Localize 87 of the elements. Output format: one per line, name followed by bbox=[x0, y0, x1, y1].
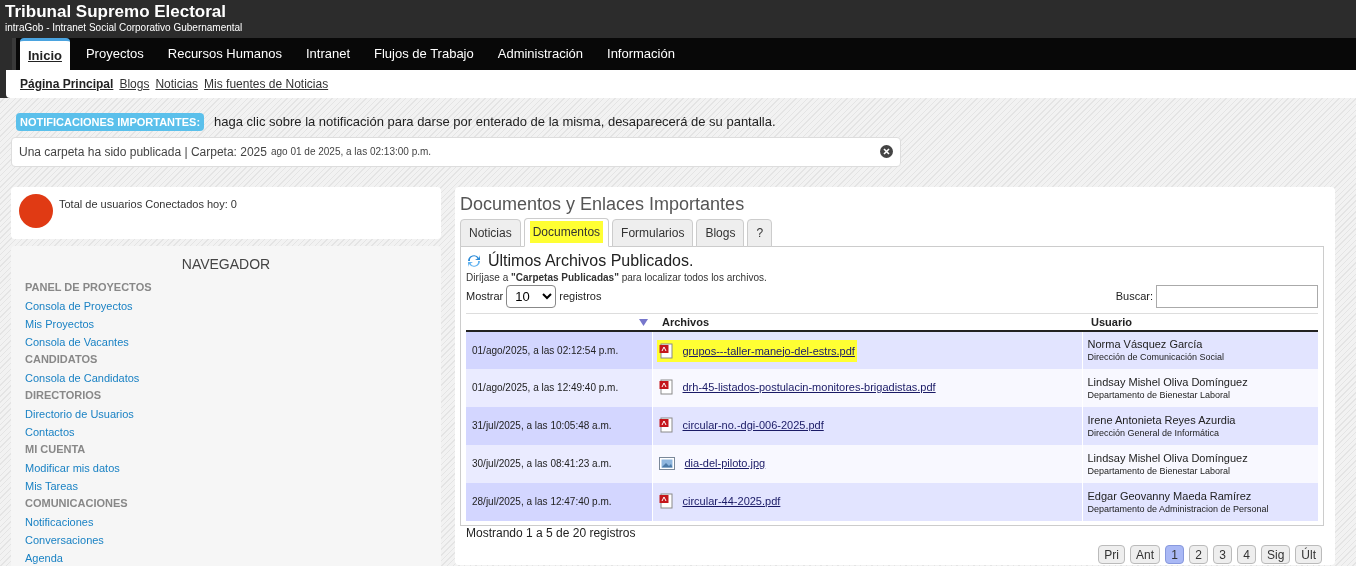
show-suffix: registros bbox=[559, 289, 602, 305]
file-link[interactable]: circular-no.-dgi-006-2025.pdf bbox=[682, 418, 824, 432]
navigator-link[interactable]: Consola de Proyectos bbox=[25, 299, 133, 312]
notification-card[interactable]: Una carpeta ha sido publicada | Carpeta: 2025 ago 01 de 2025, a las 02:13:00 p.m. bbox=[11, 136, 901, 167]
notification-text: Una carpeta ha sido publicada | Carpeta: 2025 bbox=[19, 143, 267, 161]
nav-tab[interactable]: Inicio bbox=[20, 38, 70, 70]
navigator-link[interactable]: Directorio de Usuarios bbox=[25, 407, 134, 420]
user-name: Norma Vásquez García bbox=[1087, 338, 1204, 351]
pagination-button[interactable]: 4 bbox=[1237, 545, 1256, 564]
navigator-link[interactable]: Modificar mis datos bbox=[25, 461, 120, 474]
pdf-file-icon bbox=[658, 342, 673, 359]
user-department: Departamento de Administracion de Personal bbox=[1087, 502, 1270, 515]
documents-tab[interactable]: Noticias bbox=[460, 218, 521, 247]
pagination-button[interactable]: Pri bbox=[1098, 545, 1125, 564]
column-header[interactable]: Archivos bbox=[652, 313, 1082, 331]
show-label: Mostrar bbox=[466, 289, 504, 305]
navigator-link[interactable]: Conversaciones bbox=[25, 533, 104, 546]
search-field[interactable] bbox=[1156, 285, 1318, 308]
user-name: Edgar Geovanny Maeda Ramírez bbox=[1087, 489, 1253, 503]
user-department: Departamento de Bienestar Laboral bbox=[1087, 388, 1232, 401]
search-label: Buscar: bbox=[1115, 289, 1153, 305]
online-users-text: Total de usuarios Conectados hoy: 0 bbox=[59, 196, 237, 212]
files-note: Diríjase a "Carpetas Publicadas" para localizar todos los archivos. bbox=[466, 271, 767, 284]
navigator-heading: MI CUENTA bbox=[25, 441, 87, 457]
nav-tab[interactable]: Información bbox=[595, 38, 687, 70]
pagination-button[interactable]: Últ bbox=[1295, 545, 1322, 564]
pdf-file-icon bbox=[658, 379, 673, 395]
navigator-heading: COMUNICACIONES bbox=[25, 495, 129, 511]
pdf-file-icon bbox=[658, 493, 673, 509]
pagination-button[interactable]: Sig bbox=[1261, 545, 1291, 564]
navigator-link[interactable]: Notificaciones bbox=[25, 515, 94, 528]
date-cell: 28/jul/2025, a las 12:47:40 p.m. bbox=[466, 483, 652, 521]
site-subtitle: intraGob - Intranet Social Corporativo Gubernamental bbox=[5, 22, 244, 34]
user-name: Lindsay Mishel Oliva Domínguez bbox=[1087, 375, 1249, 389]
notification-time: ago 01 de 2025, a las 02:13:00 p.m. bbox=[270, 145, 432, 159]
user-department: Dirección General de Informática bbox=[1087, 426, 1221, 439]
documents-tab[interactable]: Blogs bbox=[696, 218, 745, 247]
navigator-heading: PANEL DE PROYECTOS bbox=[25, 279, 153, 295]
sort-arrow-icon[interactable] bbox=[639, 319, 648, 326]
nav-tab[interactable]: Proyectos bbox=[73, 38, 156, 70]
nav-tab[interactable]: Recursos Humanos bbox=[155, 38, 294, 70]
date-cell: 01/ago/2025, a las 02:12:54 p.m. bbox=[466, 331, 652, 369]
sub-nav-link[interactable]: Página Principal bbox=[20, 75, 114, 93]
sub-nav-link[interactable]: Noticias bbox=[155, 75, 199, 93]
pagination-button[interactable]: 1 bbox=[1165, 545, 1184, 564]
documents-title: Documentos y Enlaces Importantes bbox=[460, 192, 746, 216]
user-name: Lindsay Mishel Oliva Domínguez bbox=[1087, 451, 1249, 465]
date-cell: 31/jul/2025, a las 10:05:48 a.m. bbox=[466, 407, 652, 445]
close-icon[interactable] bbox=[880, 145, 893, 158]
image-file-icon bbox=[658, 456, 675, 470]
navigator-title: NAVEGADOR bbox=[180, 254, 272, 274]
file-link[interactable]: dia-del-piloto.jpg bbox=[684, 456, 766, 471]
nav-tab[interactable]: Administración bbox=[485, 38, 595, 70]
pagination-button[interactable]: 3 bbox=[1213, 545, 1232, 564]
sub-nav-link[interactable]: Blogs bbox=[119, 75, 150, 93]
documents-tab[interactable]: Documentos bbox=[523, 217, 610, 247]
page-size-select[interactable]: 10 bbox=[506, 285, 557, 308]
navigator-link[interactable]: Consola de Candidatos bbox=[25, 371, 140, 384]
file-link[interactable]: circular-44-2025.pdf bbox=[682, 494, 781, 508]
nav-tab[interactable]: Intranet bbox=[293, 38, 362, 70]
date-cell: 01/ago/2025, a las 12:49:40 p.m. bbox=[466, 369, 652, 407]
documents-tab[interactable]: ? bbox=[747, 218, 773, 247]
notification-badge: NOTIFICACIONES IMPORTANTES: bbox=[16, 112, 205, 131]
navigator-heading: DIRECTORIOS bbox=[25, 387, 103, 403]
navigator-link[interactable]: Mis Tareas bbox=[25, 479, 78, 492]
navigator-link[interactable]: Agenda bbox=[25, 551, 63, 564]
files-heading: Últimos Archivos Publicados. bbox=[488, 251, 694, 270]
navigator-link[interactable]: Mis Proyectos bbox=[25, 317, 95, 330]
sub-nav-link[interactable]: Mis fuentes de Noticias bbox=[204, 75, 329, 93]
user-department: Dirección de Comunicación Social bbox=[1087, 351, 1226, 363]
refresh-icon[interactable] bbox=[466, 252, 482, 269]
pdf-file-icon bbox=[658, 417, 673, 433]
date-cell: 30/jul/2025, a las 08:41:23 a.m. bbox=[466, 445, 652, 483]
user-name: Irene Antonieta Reyes Azurdia bbox=[1087, 413, 1237, 427]
file-link[interactable]: drh-45-listados-postulacin-monitores-brigadistas.pdf bbox=[682, 380, 936, 394]
nav-tab[interactable]: Flujos de Trabajo bbox=[362, 38, 486, 70]
navigator-heading: CANDIDATOS bbox=[25, 351, 99, 367]
user-department: Departamento de Bienestar Laboral bbox=[1087, 464, 1232, 477]
navigator-link[interactable]: Contactos bbox=[25, 425, 75, 438]
pagination-button[interactable]: Ant bbox=[1129, 545, 1160, 564]
table-info: Mostrando 1 a 5 de 20 registros bbox=[466, 525, 636, 542]
site-title: Tribunal Supremo Electoral bbox=[5, 2, 228, 22]
pagination-button[interactable]: 2 bbox=[1189, 545, 1208, 564]
navigator-link[interactable]: Consola de Vacantes bbox=[25, 335, 129, 348]
column-header[interactable]: Usuario bbox=[1082, 313, 1318, 331]
notification-hint: haga clic sobre la notificación para darse por enterado de la misma, desaparecerá de su pantalla. bbox=[214, 113, 776, 131]
documents-tab[interactable]: Formularios bbox=[612, 218, 694, 247]
